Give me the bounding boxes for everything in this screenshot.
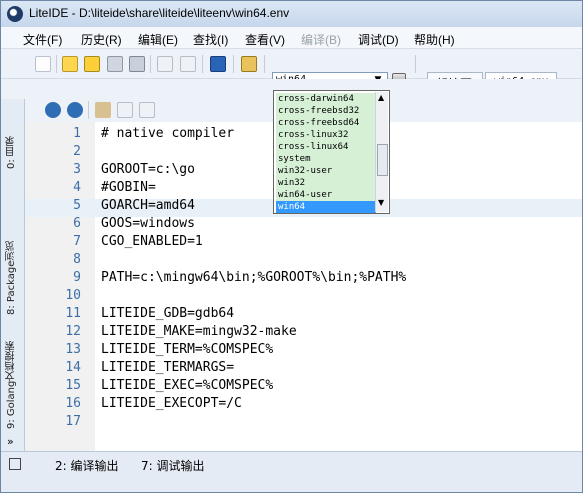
code-text[interactable]: LITEIDE_EXECOPT=/C [101, 396, 242, 411]
copy-icon[interactable] [157, 56, 173, 72]
code-text[interactable]: LITEIDE_EXEC=%COMSPEC% [101, 378, 273, 393]
paste-icon[interactable] [180, 56, 196, 72]
menu-view[interactable]: 查看(V) [245, 31, 285, 48]
save-all-icon[interactable] [107, 56, 123, 72]
line-number: 8 [73, 252, 81, 267]
copy-icon[interactable] [117, 102, 133, 118]
line-number: 10 [65, 288, 81, 303]
dropdown-option[interactable]: win32 [276, 177, 376, 189]
new-file-icon[interactable] [35, 56, 51, 72]
output-tab-debug[interactable]: 7: 调试输出 [141, 457, 205, 474]
undo-icon[interactable] [45, 102, 61, 118]
cut-icon[interactable] [95, 102, 111, 118]
dropdown-option[interactable]: system [276, 153, 376, 165]
code-text[interactable]: LITEIDE_GDB=gdb64 [101, 306, 234, 321]
dropdown-option[interactable]: cross-linux32 [276, 129, 376, 141]
line-number: 17 [65, 414, 81, 429]
toggle-panel-icon[interactable] [9, 458, 21, 470]
code-text[interactable]: GOARCH=amd64 [101, 198, 195, 213]
menu-edit[interactable]: 编辑(E) [138, 31, 178, 48]
code-text[interactable]: LITEIDE_MAKE=mingw32-make [101, 324, 297, 339]
line-number: 5 [73, 198, 81, 213]
toolbar-separator [88, 101, 89, 119]
collapse-sidebar-icon[interactable]: » [7, 435, 14, 448]
dropdown-option[interactable]: win64 [276, 201, 376, 213]
dropdown-option[interactable]: win32-user [276, 165, 376, 177]
code-text[interactable]: #GOBIN= [101, 180, 156, 195]
code-text[interactable]: GOROOT=c:\go [101, 162, 195, 177]
dropdown-option[interactable]: win64-user [276, 189, 376, 201]
line-number: 4 [73, 180, 81, 195]
save-icon[interactable] [84, 56, 100, 72]
menu-help[interactable]: 帮助(H) [414, 31, 455, 48]
toolbar-separator [415, 55, 416, 73]
menu-history[interactable]: 历史(R) [81, 31, 122, 48]
code-text[interactable]: GOOS=windows [101, 216, 195, 231]
sidebar-tab-directory[interactable]: 0: 目录 [4, 109, 20, 169]
menu-find[interactable]: 查找(I) [193, 31, 228, 48]
toolbar-separator [233, 55, 234, 73]
code-text[interactable]: PATH=c:\mingw64\bin;%GOROOT%\bin;%PATH% [101, 270, 406, 285]
menu-bar: 文件(F) 历史(R) 编辑(E) 查找(I) 查看(V) 编译(B) 调试(D… [1, 27, 582, 49]
close-icon[interactable] [129, 56, 145, 72]
dropdown-option[interactable]: cross-freebsd32 [276, 105, 376, 117]
environment-dropdown-list[interactable]: cross-darwin64 cross-freebsd32 cross-freeb… [273, 90, 390, 214]
menu-build[interactable]: 编译(B) [301, 31, 341, 48]
dropdown-option[interactable]: cross-linux64 [276, 141, 376, 153]
line-number: 12 [65, 324, 81, 339]
dropdown-option[interactable]: cross-freebsd64 [276, 117, 376, 129]
paste-icon[interactable] [139, 102, 155, 118]
bottom-panel-bar: 2: 编译输出 7: 调试输出 [1, 451, 582, 492]
line-number: 13 [65, 342, 81, 357]
menu-debug[interactable]: 调试(D) [358, 31, 399, 48]
open-icon[interactable] [62, 56, 78, 72]
title-bar: LiteIDE - D:\liteide\share\liteide\litee… [1, 1, 582, 27]
liteide-logo-icon [7, 6, 23, 22]
code-text[interactable]: LITEIDE_TERM=%COMSPEC% [101, 342, 273, 357]
line-number: 11 [65, 306, 81, 321]
code-text[interactable]: CGO_ENABLED=1 [101, 234, 203, 249]
line-number: 2 [73, 144, 81, 159]
line-number: 3 [73, 162, 81, 177]
dropdown-option[interactable]: cross-darwin64 [276, 93, 376, 105]
menu-file[interactable]: 文件(F) [23, 31, 62, 48]
dropdown-scrollbar[interactable]: ▲ ▼ [375, 92, 388, 212]
sidebar-tab-golang-doc[interactable]: 9: Golang文档搜索 [4, 325, 20, 429]
scroll-down-icon[interactable]: ▼ [378, 198, 384, 207]
line-number: 14 [65, 360, 81, 375]
toolbar-separator [264, 55, 265, 73]
scroll-thumb[interactable] [377, 144, 388, 176]
toolbar-separator [202, 55, 203, 73]
liteide-window: LiteIDE - D:\liteide\share\liteide\litee… [0, 0, 583, 493]
code-text[interactable]: LITEIDE_TERMARGS= [101, 360, 234, 375]
go-build-icon[interactable] [241, 56, 257, 72]
output-tab-build[interactable]: 2: 编译输出 [55, 457, 119, 474]
home-icon[interactable] [210, 56, 226, 72]
sidebar-tab-package[interactable]: 8: Package浏览 [4, 219, 20, 315]
toolbar-separator [150, 55, 151, 73]
toolbar-separator [56, 55, 57, 73]
line-number: 16 [65, 396, 81, 411]
scroll-up-icon[interactable]: ▲ [378, 93, 384, 102]
line-number: 15 [65, 378, 81, 393]
line-number: 1 [73, 126, 81, 141]
line-number: 6 [73, 216, 81, 231]
window-title: LiteIDE - D:\liteide\share\liteide\litee… [29, 6, 290, 20]
side-panel: 0: 目录 8: Package浏览 9: Golang文档搜索 » [1, 99, 25, 451]
line-number: 7 [73, 234, 81, 249]
redo-icon[interactable] [67, 102, 83, 118]
line-number: 9 [73, 270, 81, 285]
